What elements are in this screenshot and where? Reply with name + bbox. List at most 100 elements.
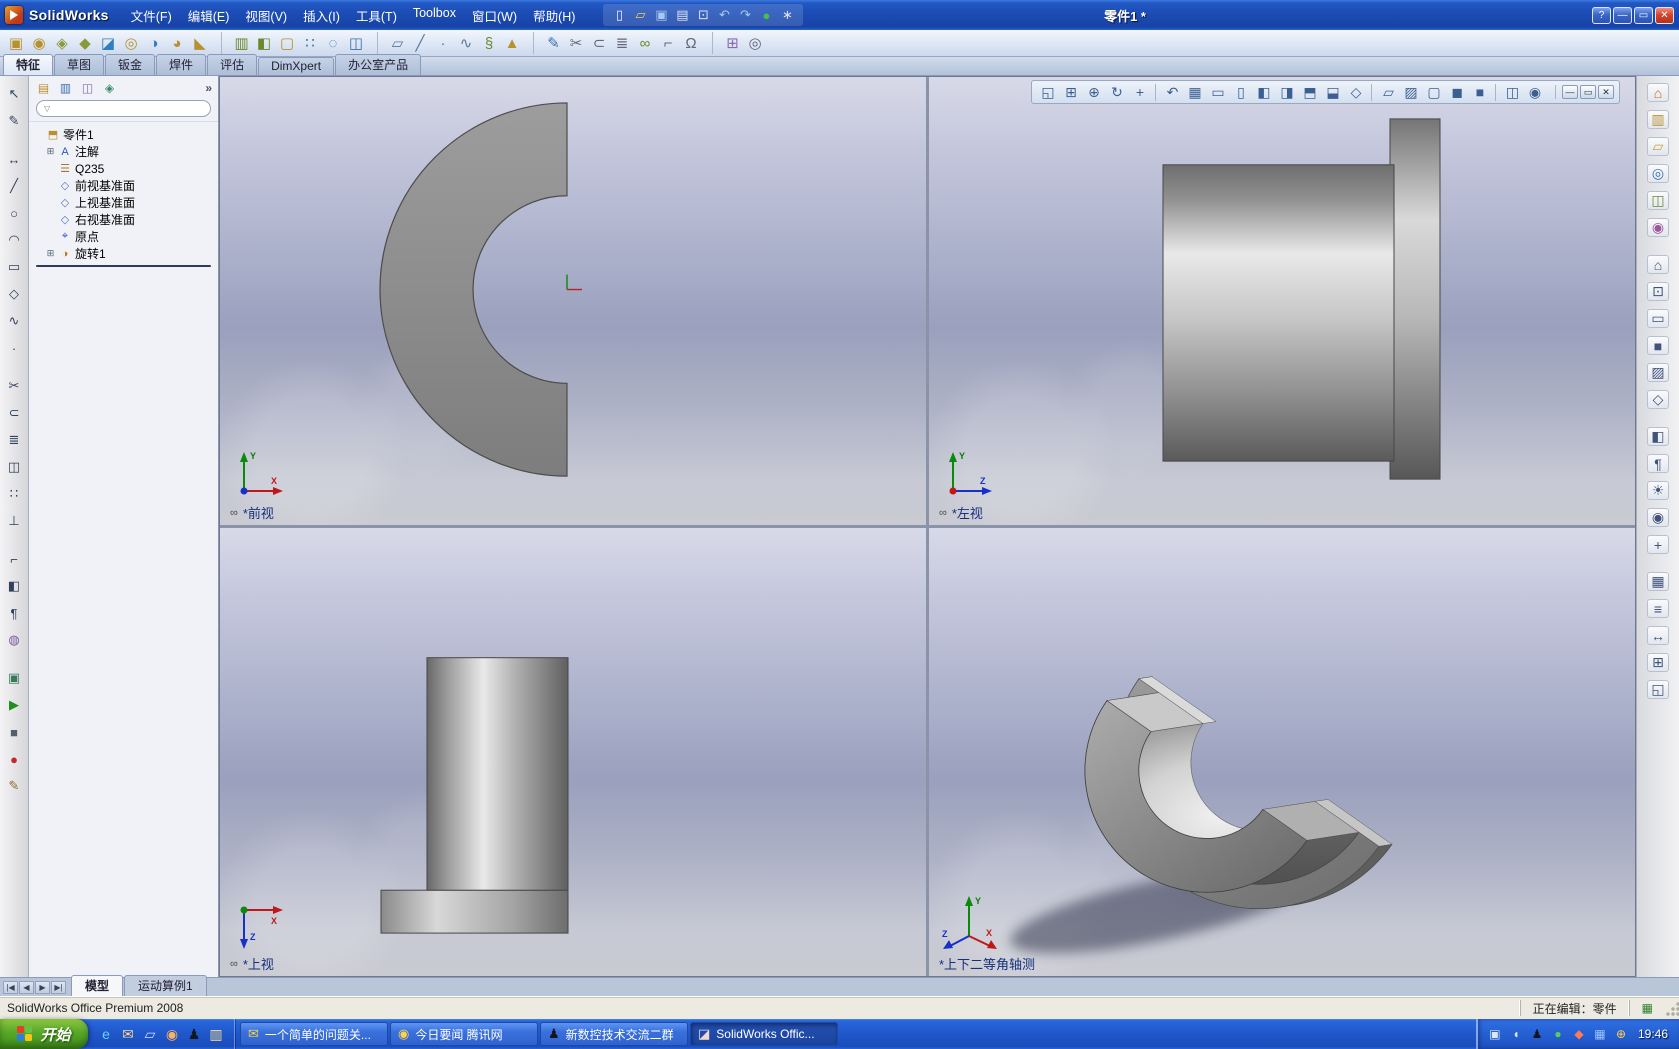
open-document-icon[interactable]: ▱ bbox=[631, 6, 649, 24]
extruded-cut-icon[interactable]: ◪ bbox=[97, 32, 119, 54]
command-tab[interactable]: 评估 bbox=[207, 54, 258, 75]
annotation-icon[interactable]: ¶ bbox=[4, 604, 24, 622]
wireframe-pane-icon[interactable]: ▭ bbox=[1647, 309, 1669, 328]
file-explorer-icon[interactable]: ▱ bbox=[1647, 137, 1669, 156]
grid-status-icon[interactable]: ▦ bbox=[1642, 1001, 1653, 1015]
network-icon[interactable]: ▦ bbox=[1592, 1026, 1608, 1042]
trim-icon[interactable]: ✂ bbox=[565, 32, 587, 54]
fullscreen-pane-icon[interactable]: ◱ bbox=[1647, 680, 1669, 699]
menu-item[interactable]: 文件(F) bbox=[123, 2, 180, 29]
menu-item[interactable]: Toolbox bbox=[405, 2, 464, 29]
appearance-icon[interactable]: ◍ bbox=[4, 631, 24, 649]
perspective-pane-icon[interactable]: ◇ bbox=[1647, 390, 1669, 409]
hidden-lines-pane-icon[interactable]: ▨ bbox=[1647, 363, 1669, 382]
arc-icon[interactable]: ◠ bbox=[4, 231, 24, 249]
shaded-icon[interactable]: ■ bbox=[1469, 84, 1491, 101]
camera-view-icon[interactable]: ◉ bbox=[1524, 84, 1546, 101]
task-question[interactable]: ✉ 一个简单的问题关... bbox=[240, 1022, 388, 1046]
chamfer-icon[interactable]: ◣ bbox=[189, 32, 211, 54]
filter-input[interactable] bbox=[55, 102, 203, 115]
draft-icon[interactable]: ◧ bbox=[253, 32, 275, 54]
helix-icon[interactable]: § bbox=[478, 32, 500, 54]
previous-view-icon[interactable]: ↶ bbox=[1155, 83, 1183, 101]
bottom-view-icon[interactable]: ⬓ bbox=[1322, 84, 1344, 101]
pan-icon[interactable]: + bbox=[1129, 84, 1151, 101]
task-solidworks[interactable]: ◪ SolidWorks Offic... bbox=[690, 1022, 838, 1046]
wireframe-icon[interactable]: ▱ bbox=[1371, 83, 1399, 101]
pane-close-button[interactable]: ✕ bbox=[1598, 85, 1614, 99]
back-view-icon[interactable]: ▯ bbox=[1230, 84, 1252, 101]
expand-icon[interactable]: ⊞ bbox=[46, 248, 55, 259]
lofted-boss-icon[interactable]: ◆ bbox=[74, 32, 96, 54]
design-library-icon[interactable]: ▥ bbox=[1647, 110, 1669, 129]
update-icon[interactable]: ⊕ bbox=[1613, 1026, 1629, 1042]
section-view-icon[interactable]: ◫ bbox=[1495, 83, 1523, 101]
revolved-cut-icon[interactable]: ◑ bbox=[143, 32, 165, 54]
mirror-icon[interactable]: ◫ bbox=[345, 32, 367, 54]
relations-icon[interactable]: ⊥ bbox=[4, 512, 24, 530]
zoom-fit-pane-icon[interactable]: ⊡ bbox=[1647, 282, 1669, 301]
rollback-bar[interactable] bbox=[36, 265, 211, 267]
measure-tool-icon[interactable]: ⌐ bbox=[4, 550, 24, 568]
model-tab[interactable]: 模型 bbox=[71, 975, 124, 996]
snap-pane-icon[interactable]: ⊞ bbox=[1647, 653, 1669, 672]
model-tab[interactable]: 运动算例1 bbox=[124, 975, 207, 996]
viewport-isometric[interactable]: Y X Z *上下二等角轴测 bbox=[929, 528, 1635, 976]
redo-icon[interactable]: ↷ bbox=[736, 6, 754, 24]
menu-item[interactable]: 帮助(H) bbox=[525, 2, 583, 29]
convert-entities-icon[interactable]: ⊂ bbox=[588, 32, 610, 54]
print-icon[interactable]: ▤ bbox=[673, 6, 691, 24]
tree-item[interactable]: ◇ 上视基准面 bbox=[31, 194, 216, 211]
mate-icon[interactable]: ∞ bbox=[634, 32, 656, 54]
resize-grip[interactable] bbox=[1665, 997, 1679, 1019]
qq-tray-icon[interactable]: ♟ bbox=[1529, 1026, 1545, 1042]
view-orientation-icon[interactable]: ▦ bbox=[1184, 84, 1206, 101]
axes-pane-icon[interactable]: + bbox=[1647, 535, 1669, 554]
pane-minimize-button[interactable]: — bbox=[1562, 85, 1578, 99]
undo-icon[interactable]: ↶ bbox=[715, 6, 733, 24]
appearances-pane-icon[interactable]: ◉ bbox=[1647, 218, 1669, 237]
dimension-pane-icon[interactable]: ↔ bbox=[1647, 626, 1669, 645]
rotate-view-icon[interactable]: ↻ bbox=[1106, 84, 1128, 101]
search-pane-icon[interactable]: ◎ bbox=[1647, 164, 1669, 183]
folder-icon[interactable]: ▥ bbox=[207, 1025, 225, 1043]
scene-icon[interactable]: ▣ bbox=[4, 669, 24, 687]
taskbar-clock[interactable]: 19:46 bbox=[1638, 1027, 1668, 1041]
pattern-sketch-icon[interactable]: ∷ bbox=[4, 485, 24, 503]
menu-item[interactable]: 窗口(W) bbox=[464, 2, 525, 29]
new-document-icon[interactable]: ▯ bbox=[610, 6, 628, 24]
expand-icon[interactable]: ⊞ bbox=[46, 146, 55, 157]
command-tab[interactable]: 草图 bbox=[54, 54, 105, 75]
rib-icon[interactable]: ▥ bbox=[221, 32, 252, 54]
solidworks-resources-icon[interactable]: ⌂ bbox=[1647, 83, 1669, 102]
offset-entities-icon[interactable]: ≣ bbox=[611, 32, 633, 54]
command-tab[interactable]: 钣金 bbox=[105, 54, 156, 75]
stop-icon[interactable]: ■ bbox=[4, 723, 24, 741]
internet-explorer-icon[interactable]: e bbox=[97, 1025, 115, 1043]
swept-boss-icon[interactable]: ◈ bbox=[51, 32, 73, 54]
isometric-view-icon[interactable]: ◇ bbox=[1345, 84, 1367, 101]
model-tab-nav-button[interactable]: ▶| bbox=[51, 980, 66, 994]
tree-item[interactable]: ⊞ ◑ 旋转1 bbox=[31, 245, 216, 262]
hidden-lines-visible-icon[interactable]: ▨ bbox=[1400, 84, 1422, 101]
panel-collapse-icon[interactable]: » bbox=[205, 81, 212, 95]
pane-restore-button[interactable]: ▭ bbox=[1580, 85, 1596, 99]
lights-pane-icon[interactable]: ☀ bbox=[1647, 481, 1669, 500]
sketch-pencil-icon[interactable]: ✎ bbox=[4, 112, 24, 130]
front-view-icon[interactable]: ▭ bbox=[1207, 84, 1229, 101]
circular-pattern-icon[interactable]: ◌ bbox=[322, 32, 344, 54]
copy-icon[interactable]: ⊡ bbox=[694, 6, 712, 24]
menu-item[interactable]: 工具(T) bbox=[348, 2, 405, 29]
play-icon[interactable]: ▶ bbox=[4, 696, 24, 714]
sketch-icon[interactable]: ✎ bbox=[533, 32, 564, 54]
mass-properties-icon[interactable]: Ω bbox=[680, 32, 702, 54]
viewport-front[interactable]: Y X ∞ *前视 bbox=[220, 77, 926, 525]
revolved-boss-icon[interactable]: ◉ bbox=[28, 32, 50, 54]
close-button[interactable]: ✕ bbox=[1655, 6, 1674, 24]
command-tab[interactable]: 特征 bbox=[3, 54, 54, 75]
left-view-icon[interactable]: ◧ bbox=[1253, 84, 1275, 101]
tree-root[interactable]: ⬒ 零件1 bbox=[31, 126, 216, 143]
fillet-icon[interactable]: ◕ bbox=[166, 32, 188, 54]
edit-feature-icon[interactable]: ✎ bbox=[4, 777, 24, 795]
zoom-in-out-icon[interactable]: ⊕ bbox=[1083, 84, 1105, 101]
